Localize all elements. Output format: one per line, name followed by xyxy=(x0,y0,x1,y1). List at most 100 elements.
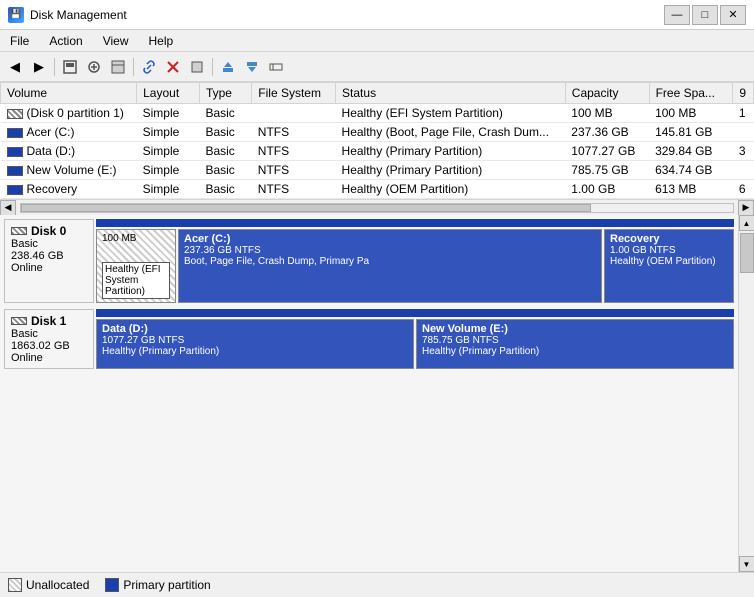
cell-filesystem: NTFS xyxy=(252,161,336,180)
toolbar-btn-link[interactable] xyxy=(138,56,160,78)
scroll-down-btn[interactable]: ▼ xyxy=(739,556,754,572)
legend-primary: Primary partition xyxy=(105,578,210,592)
table-row[interactable]: (Disk 0 partition 1)SimpleBasicHealthy (… xyxy=(1,104,754,123)
window-title: Disk Management xyxy=(30,8,127,22)
cell-capacity: 1077.27 GB xyxy=(565,142,649,161)
disk-view[interactable]: Disk 0 Basic 238.46 GB Online 100 MB xyxy=(0,215,738,572)
back-button[interactable]: ◀ xyxy=(4,56,26,78)
col-filesystem[interactable]: File System xyxy=(252,83,336,104)
scroll-right-btn[interactable]: ▶ xyxy=(738,200,754,216)
cell-layout: Simple xyxy=(137,123,200,142)
cell-col8: 1 xyxy=(733,104,754,123)
scroll-left-btn[interactable]: ◀ xyxy=(0,200,16,216)
disk-1-info: Disk 1 Basic 1863.02 GB Online xyxy=(4,309,94,369)
toolbar-btn-1[interactable] xyxy=(59,56,81,78)
scroll-track[interactable] xyxy=(20,203,734,213)
maximize-button[interactable]: □ xyxy=(692,5,718,25)
recovery-size: 1.00 GB NTFS xyxy=(610,245,728,256)
newvol-size: 785.75 GB NTFS xyxy=(422,335,728,346)
content-wrapper: Disk 0 Basic 238.46 GB Online 100 MB xyxy=(0,215,754,572)
cell-status: Healthy (EFI System Partition) xyxy=(336,104,566,123)
disk-0-info: Disk 0 Basic 238.46 GB Online xyxy=(4,219,94,303)
segment-c[interactable]: Acer (C:) 237.36 GB NTFS Boot, Page File… xyxy=(178,229,602,303)
col-extra[interactable]: 9 xyxy=(733,83,754,104)
unallocated-icon xyxy=(8,578,22,592)
close-button[interactable]: ✕ xyxy=(720,5,746,25)
menu-view[interactable]: View xyxy=(93,32,139,50)
col-volume[interactable]: Volume xyxy=(1,83,137,104)
forward-button[interactable]: ▶ xyxy=(28,56,50,78)
toolbar-separator-1 xyxy=(54,58,55,76)
cell-layout: Simple xyxy=(137,161,200,180)
table-row[interactable]: Acer (C:)SimpleBasicNTFSHealthy (Boot, P… xyxy=(1,123,754,142)
title-bar-left: 💾 Disk Management xyxy=(8,7,127,23)
segment-data[interactable]: Data (D:) 1077.27 GB NTFS Healthy (Prima… xyxy=(96,319,414,369)
title-bar: 💾 Disk Management — □ ✕ xyxy=(0,0,754,30)
col-type[interactable]: Type xyxy=(199,83,251,104)
toolbar-btn-4[interactable] xyxy=(186,56,208,78)
toolbar-btn-5[interactable] xyxy=(265,56,287,78)
cell-volume: Acer (C:) xyxy=(1,123,137,142)
disk-0-type: Basic xyxy=(11,238,87,250)
table-row[interactable]: New Volume (E:)SimpleBasicNTFSHealthy (P… xyxy=(1,161,754,180)
toolbar-btn-3[interactable] xyxy=(107,56,129,78)
export-button[interactable] xyxy=(241,56,263,78)
partition-table-container[interactable]: Volume Layout Type File System Status Ca… xyxy=(0,82,754,199)
table-row[interactable]: RecoverySimpleBasicNTFSHealthy (OEM Part… xyxy=(1,180,754,199)
horizontal-scrollbar[interactable]: ◀ ▶ xyxy=(0,199,754,215)
cell-col8: 6 xyxy=(733,180,754,199)
status-bar: Unallocated Primary partition xyxy=(0,572,754,597)
toolbar-btn-2[interactable] xyxy=(83,56,105,78)
cell-status: Healthy (Primary Partition) xyxy=(336,161,566,180)
menu-bar: File Action View Help xyxy=(0,30,754,52)
cell-filesystem: NTFS xyxy=(252,142,336,161)
c-size: 237.36 GB NTFS xyxy=(184,245,596,256)
segment-recovery[interactable]: Recovery 1.00 GB NTFS Healthy (OEM Parti… xyxy=(604,229,734,303)
toolbar-separator-2 xyxy=(133,58,134,76)
newvol-status: Healthy (Primary Partition) xyxy=(422,346,728,357)
menu-help[interactable]: Help xyxy=(139,32,184,50)
cell-type: Basic xyxy=(199,104,251,123)
cell-volume: Recovery xyxy=(1,180,137,199)
scroll-v-thumb[interactable] xyxy=(740,233,754,273)
cell-capacity: 785.75 GB xyxy=(565,161,649,180)
cell-volume: New Volume (E:) xyxy=(1,161,137,180)
table-row[interactable]: Data (D:)SimpleBasicNTFSHealthy (Primary… xyxy=(1,142,754,161)
disk-0-segments: 100 MB Healthy (EFI System Partition) Ac… xyxy=(96,229,734,303)
data-size: 1077.27 GB NTFS xyxy=(102,335,408,346)
menu-file[interactable]: File xyxy=(0,32,39,50)
disk-0-id: Disk 0 xyxy=(31,224,66,238)
cell-col8 xyxy=(733,123,754,142)
scroll-v-track[interactable] xyxy=(740,231,754,556)
title-bar-controls: — □ ✕ xyxy=(664,5,746,25)
minimize-button[interactable]: — xyxy=(664,5,690,25)
col-status[interactable]: Status xyxy=(336,83,566,104)
main-area: Volume Layout Type File System Status Ca… xyxy=(0,82,754,572)
scroll-thumb[interactable] xyxy=(21,204,591,212)
delete-button[interactable] xyxy=(162,56,184,78)
disk-1-status: Online xyxy=(11,352,87,364)
cell-capacity: 100 MB xyxy=(565,104,649,123)
cell-capacity: 237.36 GB xyxy=(565,123,649,142)
disk-1-partitions: Data (D:) 1077.27 GB NTFS Healthy (Prima… xyxy=(96,309,734,369)
col-capacity[interactable]: Capacity xyxy=(565,83,649,104)
col-freespace[interactable]: Free Spa... xyxy=(649,83,733,104)
app-icon: 💾 xyxy=(8,7,24,23)
cell-status: Healthy (Boot, Page File, Crash Dum... xyxy=(336,123,566,142)
segment-newvol[interactable]: New Volume (E:) 785.75 GB NTFS Healthy (… xyxy=(416,319,734,369)
scroll-up-btn[interactable]: ▲ xyxy=(739,215,754,231)
cell-type: Basic xyxy=(199,123,251,142)
cell-status: Healthy (OEM Partition) xyxy=(336,180,566,199)
legend-unallocated: Unallocated xyxy=(8,578,89,592)
import-button[interactable] xyxy=(217,56,239,78)
efi-label: Healthy (EFI System Partition) xyxy=(102,262,170,299)
toolbar-separator-3 xyxy=(212,58,213,76)
disk-1-segments: Data (D:) 1077.27 GB NTFS Healthy (Prima… xyxy=(96,319,734,369)
c-label: Acer (C:) xyxy=(184,233,596,245)
segment-efi[interactable]: 100 MB Healthy (EFI System Partition) xyxy=(96,229,176,303)
cell-col8 xyxy=(733,161,754,180)
primary-label: Primary partition xyxy=(123,578,210,592)
menu-action[interactable]: Action xyxy=(39,32,92,50)
col-layout[interactable]: Layout xyxy=(137,83,200,104)
data-status: Healthy (Primary Partition) xyxy=(102,346,408,357)
